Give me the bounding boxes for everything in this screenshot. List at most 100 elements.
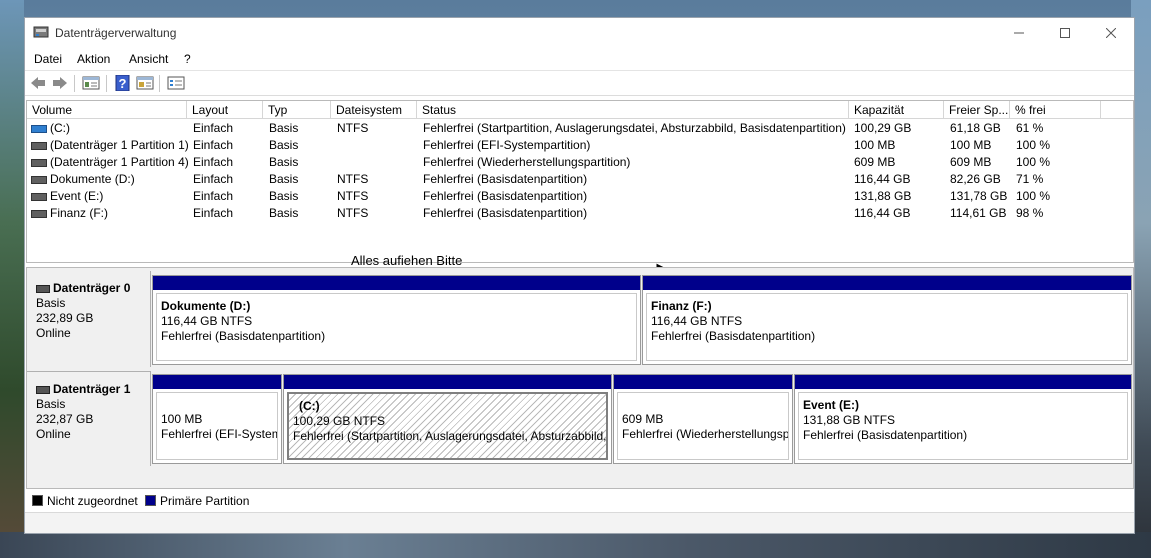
partition-size: 100,29 GB NTFS xyxy=(293,414,386,428)
disk-name: Datenträger 0 xyxy=(53,281,131,295)
volume-cell: (Datenträger 1 Partition 4) xyxy=(31,154,189,171)
minimize-icon xyxy=(1014,32,1024,34)
capacity-cell: 609 MB xyxy=(854,155,896,169)
volume-icon xyxy=(31,124,47,133)
menu-ansicht[interactable]: Ansicht xyxy=(129,52,168,66)
partition-status: Fehlerfrei (Basisdatenpartition) xyxy=(803,428,968,442)
properties-icon[interactable] xyxy=(82,75,100,91)
disk-icon xyxy=(36,385,50,394)
partition-efi[interactable]: 100 MB Fehlerfrei (EFI-System xyxy=(152,374,282,464)
legend-swatch-unallocated xyxy=(32,495,43,506)
help-icon[interactable]: ? xyxy=(114,75,132,91)
free-space-cell: 609 MB xyxy=(950,155,992,169)
volume-row-c[interactable]: (C:) Einfach Basis NTFS Fehlerfrei (Star… xyxy=(27,120,1133,137)
column-header-filler xyxy=(1101,101,1133,119)
volume-row-d[interactable]: Dokumente (D:) Einfach Basis NTFS Fehler… xyxy=(27,171,1133,188)
primary-partition-bar xyxy=(153,276,640,290)
maximize-button[interactable] xyxy=(1042,18,1088,48)
partition-name: Event (E:) xyxy=(803,398,860,412)
partition-body: Finanz (F:) 116,44 GB NTFS Fehlerfrei (B… xyxy=(646,293,1128,361)
desktop-background-bottom xyxy=(0,532,1151,558)
typ-cell: Basis xyxy=(269,189,299,203)
capacity-cell: 100,29 GB xyxy=(854,121,912,135)
column-header-volume[interactable]: Volume xyxy=(27,101,187,119)
column-header-typ[interactable]: Typ xyxy=(263,101,331,119)
capacity-cell: 116,44 GB xyxy=(854,206,911,220)
column-header-dateisystem[interactable]: Dateisystem xyxy=(331,101,417,119)
volume-name: (Datenträger 1 Partition 1) xyxy=(50,138,189,152)
column-header-kapazitaet[interactable]: Kapazität xyxy=(849,101,944,119)
partition-event-e[interactable]: Event (E:) 131,88 GB NTFS Fehlerfrei (Ba… xyxy=(794,374,1132,464)
partition-finanz-f[interactable]: Finanz (F:) 116,44 GB NTFS Fehlerfrei (B… xyxy=(642,275,1132,365)
close-button[interactable] xyxy=(1088,18,1134,48)
volume-row-partition-4[interactable]: (Datenträger 1 Partition 4) Einfach Basi… xyxy=(27,154,1133,171)
volume-list[interactable]: Volume Layout Typ Dateisystem Status Kap… xyxy=(26,100,1134,303)
partition-name: Dokumente (D:) xyxy=(161,299,251,313)
menu-datei[interactable]: Datei xyxy=(34,52,62,66)
volume-icon xyxy=(31,141,47,150)
back-arrow-icon[interactable] xyxy=(29,75,47,91)
disk-type: Basis xyxy=(36,296,66,310)
volume-row-e[interactable]: Event (E:) Einfach Basis NTFS Fehlerfrei… xyxy=(27,188,1133,205)
partition-name-text: (C:) xyxy=(299,399,320,413)
volume-icon xyxy=(31,209,47,218)
disk-state: Online xyxy=(36,427,71,441)
partition-size: 116,44 GB NTFS xyxy=(651,314,743,328)
volume-row-f[interactable]: Finanz (F:) Einfach Basis NTFS Fehlerfre… xyxy=(27,205,1133,222)
typ-cell: Basis xyxy=(269,121,299,135)
disk-1-info[interactable]: Datenträger 1 Basis 232,87 GB Online xyxy=(27,371,151,466)
menu-help[interactable]: ? xyxy=(184,52,191,66)
primary-partition-bar xyxy=(795,375,1131,389)
partition-body: Event (E:) 131,88 GB NTFS Fehlerfrei (Ba… xyxy=(798,392,1128,460)
partition-c[interactable]: (C:) 100,29 GB NTFS Fehlerfrei (Startpar… xyxy=(283,374,612,464)
disk-0-info[interactable]: Datenträger 0 Basis 232,89 GB Online xyxy=(27,271,151,367)
free-space-cell: 114,61 GB xyxy=(950,206,1007,220)
partition-recovery[interactable]: 609 MB Fehlerfrei (Wiederherstellungspa xyxy=(613,374,793,464)
menu-aktion[interactable]: Aktion xyxy=(77,52,110,66)
volume-name: (C:) xyxy=(50,121,70,135)
column-header-status[interactable]: Status xyxy=(417,101,849,119)
layout-cell: Einfach xyxy=(193,121,234,135)
percent-free-cell: 98 % xyxy=(1016,206,1044,220)
primary-partition-bar xyxy=(284,375,611,389)
volume-cell: Event (E:) xyxy=(31,188,103,205)
list-view-icon[interactable] xyxy=(167,75,185,91)
toolbar: ? xyxy=(25,70,1134,96)
partition-name: Finanz (F:) xyxy=(651,299,712,313)
disk-size: 232,87 GB xyxy=(36,412,94,426)
typ-cell: Basis xyxy=(269,206,299,220)
toolbar-separator xyxy=(106,75,107,92)
desktop-background-left xyxy=(0,0,24,558)
volume-icon xyxy=(31,175,47,184)
legend-label-primary: Primäre Partition xyxy=(160,494,250,508)
status-cell: Fehlerfrei (Basisdatenpartition) xyxy=(423,172,588,186)
layout-cell: Einfach xyxy=(193,172,234,186)
partition-size: 609 MB xyxy=(622,412,664,426)
volume-cell: (Datenträger 1 Partition 1) xyxy=(31,137,189,154)
partition-dokumente-d[interactable]: Dokumente (D:) 116,44 GB NTFS Fehlerfrei… xyxy=(152,275,641,365)
volume-row-partition-1[interactable]: (Datenträger 1 Partition 1) Einfach Basi… xyxy=(27,137,1133,154)
disk-type: Basis xyxy=(36,397,66,411)
capacity-cell: 100 MB xyxy=(854,138,896,152)
column-header-layout[interactable]: Layout xyxy=(187,101,263,119)
column-header-freier-speicher[interactable]: Freier Sp... xyxy=(944,101,1010,119)
close-icon xyxy=(1105,27,1117,39)
typ-cell: Basis xyxy=(269,155,299,169)
percent-free-cell: 100 % xyxy=(1016,155,1051,169)
minimize-button[interactable] xyxy=(996,18,1042,48)
maximize-icon xyxy=(1060,28,1070,38)
column-header-prozent-frei[interactable]: % frei xyxy=(1010,101,1101,119)
disk-graph-pane[interactable]: Datenträger 0 Basis 232,89 GB Online Dok… xyxy=(26,267,1134,489)
partition-body-selected: (C:) 100,29 GB NTFS Fehlerfrei (Startpar… xyxy=(287,392,608,460)
title-bar[interactable]: Datenträgerverwaltung xyxy=(25,18,1134,48)
layout-cell: Einfach xyxy=(193,206,234,220)
disk-0-title: Datenträger 0 xyxy=(36,281,150,296)
console-icon[interactable] xyxy=(136,75,154,91)
forward-arrow-icon[interactable] xyxy=(51,75,69,91)
toolbar-separator xyxy=(159,75,160,92)
volume-cell: (C:) xyxy=(31,120,70,137)
legend-label-unallocated: Nicht zugeordnet xyxy=(47,494,138,508)
status-cell: Fehlerfrei (Startpartition, Auslagerungs… xyxy=(423,121,846,135)
typ-cell: Basis xyxy=(269,172,299,186)
annotation-note: Alles aufiehen Bitte xyxy=(351,253,463,268)
